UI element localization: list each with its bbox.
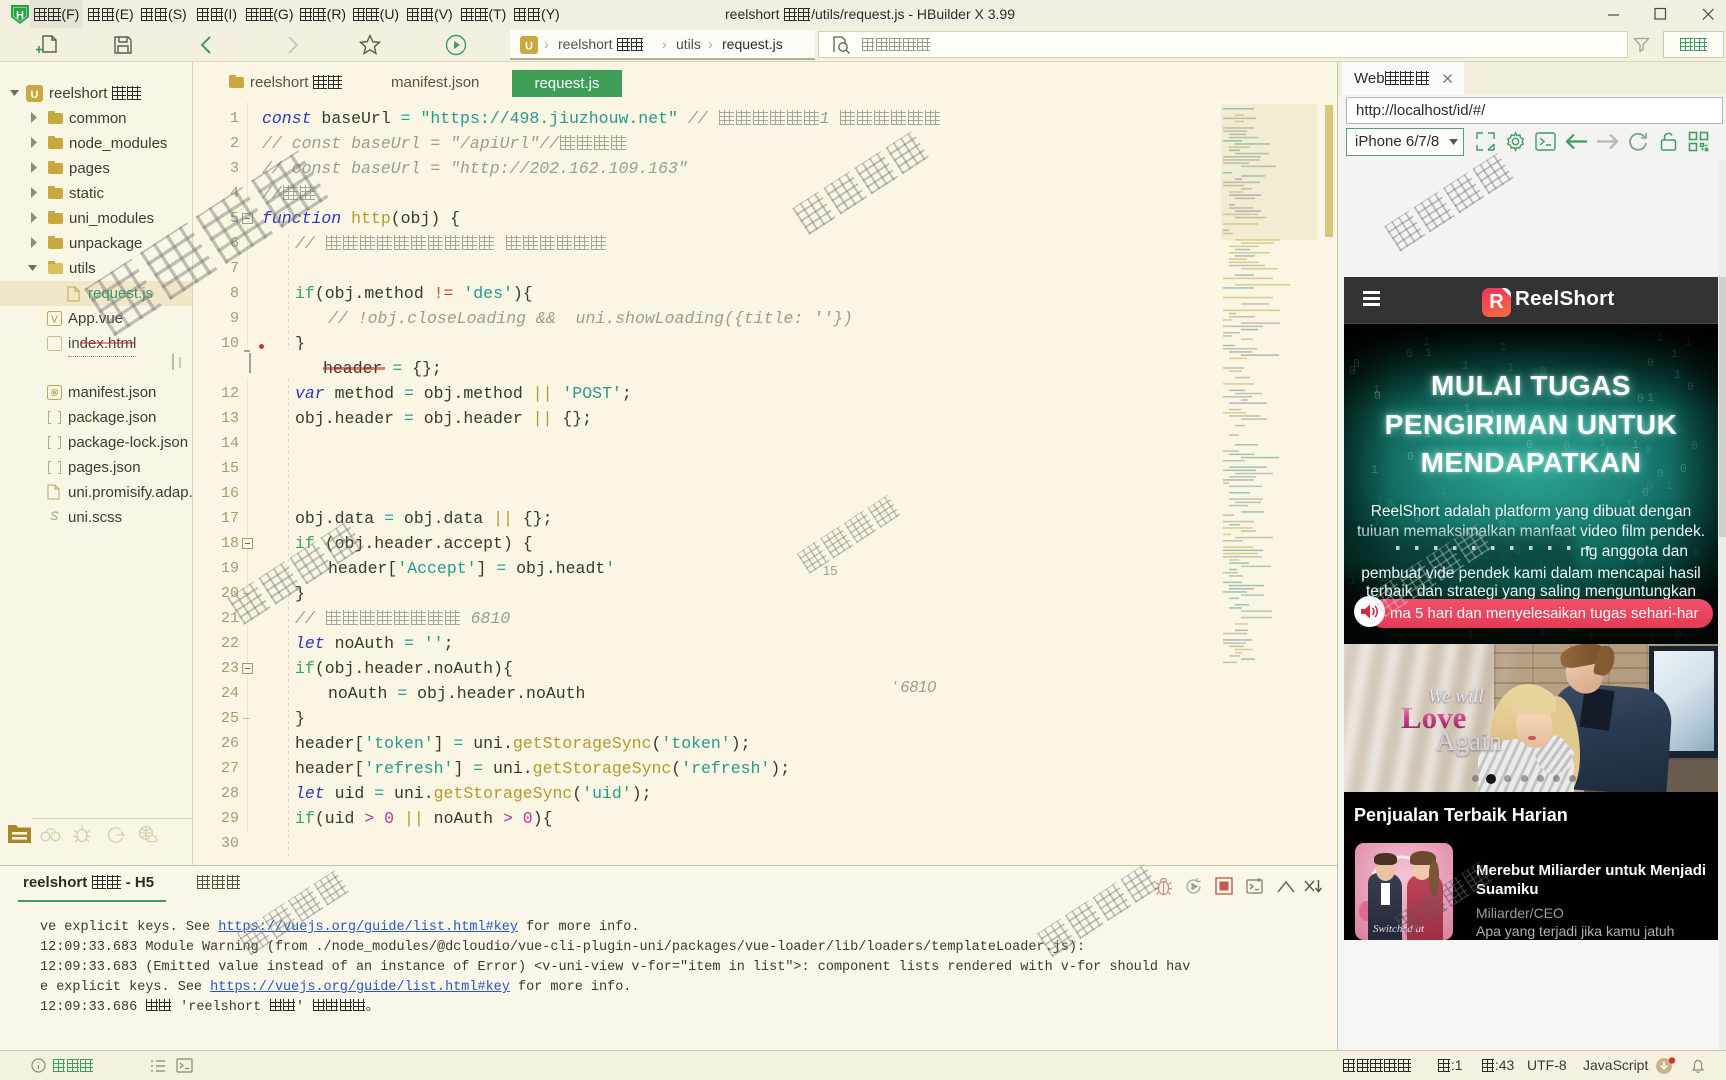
svg-text:U: U [525,41,533,53]
svg-text:U: U [31,89,39,101]
svg-text:H: H [16,10,24,22]
svg-text:V: V [51,315,58,326]
